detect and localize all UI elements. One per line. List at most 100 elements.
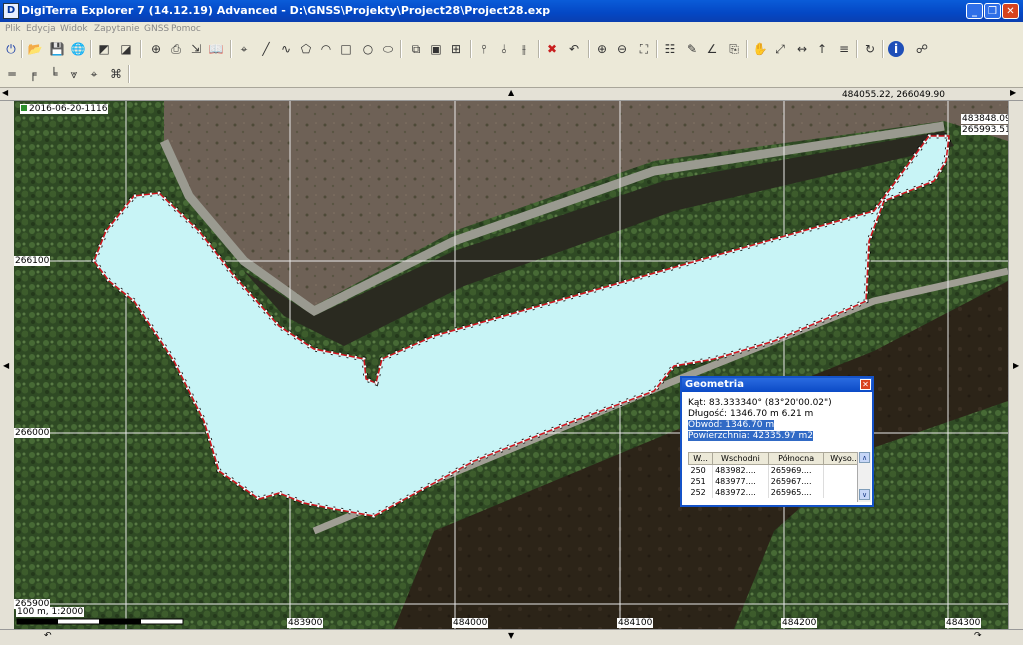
scroll-down-icon[interactable]: ∨ xyxy=(859,489,870,500)
ruler-right-arrow-icon[interactable]: ▶ xyxy=(1010,88,1016,97)
geometry-panel[interactable]: Geometria ✕ Kąt: 83.333340° (83°20'00.02… xyxy=(680,376,874,507)
scale-bar xyxy=(16,618,184,625)
nav-forward-icon[interactable]: ↷ xyxy=(974,631,982,641)
network-icon[interactable]: ⩔ xyxy=(66,66,82,82)
menu-edycja[interactable]: Edycja xyxy=(26,23,56,36)
cell-index: 251 xyxy=(688,476,714,487)
map-canvas[interactable]: 2016-06-20-1116 483848.09 265993.51 2661… xyxy=(14,101,1008,629)
col-north[interactable]: Północna xyxy=(767,452,825,465)
nav-back-icon[interactable]: ↶ xyxy=(44,631,52,641)
power-icon[interactable]: ⏻ xyxy=(3,41,19,57)
globe-icon[interactable]: 🌐 xyxy=(70,41,86,57)
geometry-panel-titlebar[interactable]: Geometria ✕ xyxy=(682,378,872,392)
export-icon[interactable]: ⇲ xyxy=(188,41,204,57)
cell-east: 483972.... xyxy=(712,487,769,498)
imagery-date-label: 2016-06-20-1116 xyxy=(20,104,109,114)
vertex-delete-icon[interactable]: ⫰ xyxy=(496,41,512,57)
full-extent-icon[interactable]: ⤢ xyxy=(772,41,788,57)
cell-north: 265969.... xyxy=(768,464,825,476)
ruler-edit-icon[interactable]: ╒ xyxy=(25,66,41,82)
length-text: Długość: 1346.70 m 6.21 m xyxy=(688,409,814,419)
grid-icon[interactable]: ⊞ xyxy=(448,41,464,57)
corner-east-coord: 483848.09 xyxy=(961,114,1008,124)
menu-plik[interactable]: Plik xyxy=(5,23,21,36)
x-label-484300: 484300 xyxy=(945,618,982,628)
table-scrollbar[interactable]: ∧ ∨ xyxy=(857,452,871,502)
toolbar-separator xyxy=(21,40,23,58)
book-icon[interactable]: 📖 xyxy=(208,41,224,57)
crosshair-icon[interactable]: ⌖ xyxy=(86,66,102,82)
perimeter-text[interactable]: Obwód: 1346.70 m xyxy=(688,420,775,430)
pan-down-arrow-icon[interactable]: ▼ xyxy=(508,631,514,640)
curve-icon[interactable]: ∿ xyxy=(278,41,294,57)
angle-text: Kąt: 83.333340° (83°20'00.02") xyxy=(688,398,832,408)
binoculars-icon[interactable]: ☍ xyxy=(914,41,930,57)
vertex-move-icon[interactable]: ⫲ xyxy=(516,41,532,57)
ruler-left-arrow-icon[interactable]: ◀ xyxy=(2,88,8,97)
scroll-up-icon[interactable]: ∧ xyxy=(859,452,870,463)
menu-zapytanie[interactable]: Zapytanie xyxy=(94,23,140,36)
delete-icon[interactable]: ✖ xyxy=(544,41,560,57)
pan-left-arrow-icon[interactable]: ◀ xyxy=(3,361,9,370)
status-bar: ↶ ▼ ↷ xyxy=(0,629,1023,645)
gps-add-icon[interactable]: ⊕ xyxy=(148,41,164,57)
toolbar-separator xyxy=(470,40,472,58)
table-row[interactable]: 252 483972.... 265965.... 0 xyxy=(688,487,866,498)
table-row[interactable]: 251 483977.... 265967.... 0 xyxy=(688,476,866,487)
line-icon[interactable]: ╱ xyxy=(258,41,274,57)
menu-widok[interactable]: Widok xyxy=(60,23,88,36)
layer-stack-icon[interactable]: ☷ xyxy=(662,41,678,57)
north-arrow-icon[interactable]: ↑ xyxy=(814,41,830,57)
refresh-icon[interactable]: ↻ xyxy=(862,41,878,57)
x-label-484200: 484200 xyxy=(781,618,818,628)
rectangle-icon[interactable]: □ xyxy=(338,41,354,57)
save-icon[interactable]: 💾 xyxy=(49,41,65,57)
scale-text: 100 m, 1:2000 xyxy=(16,607,85,617)
ellipse-icon[interactable]: ⬭ xyxy=(380,41,396,57)
measure-icon[interactable]: ∠ xyxy=(704,41,720,57)
layer-settings-icon[interactable]: ◪ xyxy=(118,41,134,57)
col-east[interactable]: Wschodni xyxy=(712,452,769,465)
ruler-up-arrow-icon[interactable]: ▲ xyxy=(508,88,514,97)
pan-hand-icon[interactable]: ✋ xyxy=(752,41,768,57)
scale-icon[interactable]: ≡ xyxy=(836,41,852,57)
menu-gnss[interactable]: GNSS xyxy=(144,23,169,36)
geometry-info: Kąt: 83.333340° (83°20'00.02") Długość: … xyxy=(688,398,832,442)
circle-icon[interactable]: ○ xyxy=(360,41,376,57)
secondary-toolbar: ═ ╒ ╘ ⩔ ⌖ ⌘ xyxy=(0,61,1023,88)
print-icon[interactable]: ⎙ xyxy=(168,41,184,57)
col-index[interactable]: W... xyxy=(687,452,714,465)
clipboard-icon[interactable]: ⎘ xyxy=(726,41,742,57)
ruler-angle-icon[interactable]: ╘ xyxy=(46,66,62,82)
menu-pomoc[interactable]: Pomoc xyxy=(171,23,201,36)
imagery-date-text: 2016-06-20-1116 xyxy=(29,104,108,114)
geometry-close-button[interactable]: ✕ xyxy=(860,379,871,390)
zoom-out-icon[interactable]: ⊖ xyxy=(614,41,630,57)
zoom-extent-icon[interactable]: ⛶ xyxy=(636,41,652,57)
x-label-483900: 483900 xyxy=(287,618,324,628)
arc-icon[interactable]: ◠ xyxy=(318,41,334,57)
polygon-icon[interactable]: ⬠ xyxy=(298,41,314,57)
zoom-in-icon[interactable]: ⊕ xyxy=(594,41,610,57)
zoom-box-icon[interactable]: ⧉ xyxy=(408,41,424,57)
area-text[interactable]: Powierzchnia: 42335.97 m2 xyxy=(688,431,813,441)
open-folder-icon[interactable]: 📂 xyxy=(27,41,43,57)
ruler-icon[interactable]: ═ xyxy=(4,66,20,82)
cell-north: 265965.... xyxy=(768,487,825,498)
point-icon[interactable]: ⌖ xyxy=(236,41,252,57)
maximize-button[interactable]: ❒ xyxy=(984,3,1001,19)
vertex-add-icon[interactable]: ⫯ xyxy=(476,41,492,57)
map-svg xyxy=(14,101,1008,629)
table-row[interactable]: 250 483982.... 265969.... 0 xyxy=(688,464,866,476)
info-icon[interactable]: i xyxy=(888,41,904,57)
layer-edit-icon[interactable]: ✎ xyxy=(684,41,700,57)
target-icon[interactable]: ⌘ xyxy=(108,66,124,82)
layer-icon[interactable]: ◩ xyxy=(96,41,112,57)
undo-icon[interactable]: ↶ xyxy=(566,41,582,57)
close-button[interactable]: ✕ xyxy=(1002,3,1019,19)
frame-icon[interactable]: ▣ xyxy=(428,41,444,57)
pan-right-arrow-icon[interactable]: ▶ xyxy=(1013,361,1019,370)
arrows-icon[interactable]: ↔ xyxy=(794,41,810,57)
minimize-button[interactable]: _ xyxy=(966,3,983,19)
app-icon: D xyxy=(3,3,19,19)
